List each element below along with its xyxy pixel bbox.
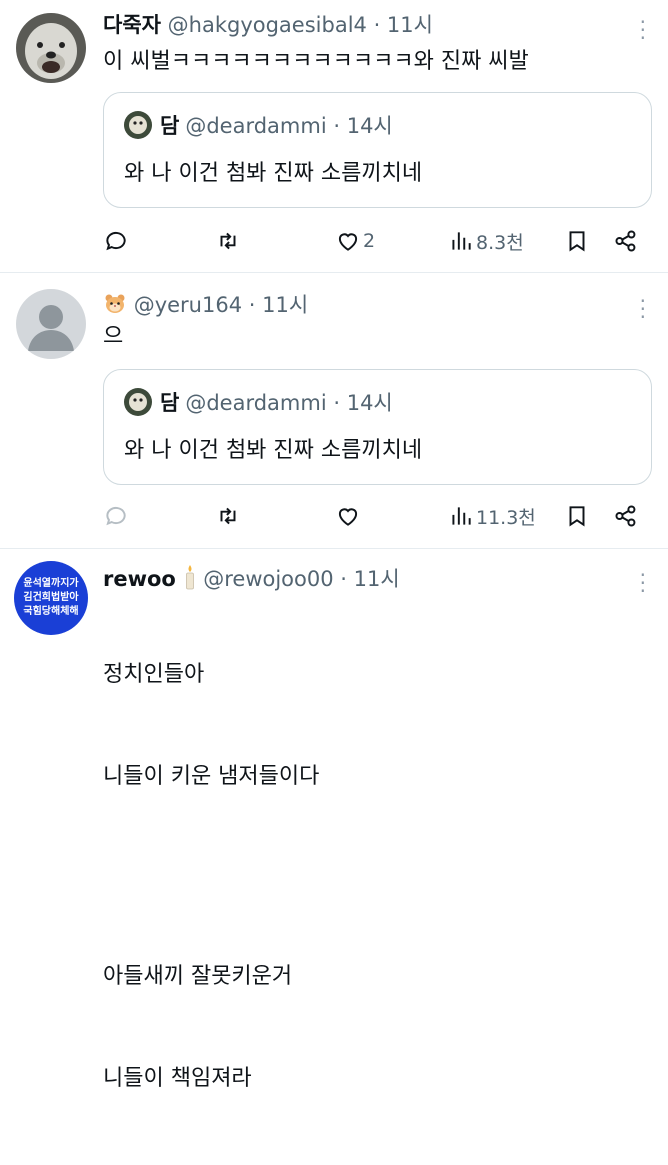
share-icon [615,505,636,527]
quote-handle: @deardammi [185,391,327,415]
speech-bubble-icon [106,506,126,526]
tweet-text-line: 니들이 책임져라 [103,1066,252,1091]
tweet-text: 이 씨벌ㅋㅋㅋㅋㅋㅋㅋㅋㅋㅋㅋㅋ와 진짜 씨발 [103,49,529,74]
like-button[interactable]: 2 [335,226,375,256]
candle-emoji-icon [183,564,197,590]
timestamp[interactable]: · 11시 [340,567,399,591]
more-dots-icon[interactable]: · · · [640,12,646,48]
quote-timestamp: · 14시 [333,114,393,138]
tweet-text: 으 [103,324,124,349]
reply-button[interactable] [103,501,129,531]
retweet-button[interactable] [215,226,241,256]
reply-button[interactable] [103,226,129,256]
quote-avatar [124,111,152,139]
tweet-text-line: 정치인들아 [103,662,205,687]
like-button[interactable] [335,501,363,531]
timestamp[interactable]: · 11시 [249,293,308,317]
quote-display-name: 담 [160,114,180,138]
avatar-text-line: 국힘당해체해 [23,606,79,617]
quote-text: 와 나 이건 첨봐 진짜 소름끼치네 [124,161,423,186]
display-name[interactable]: 다죽자 [103,13,161,37]
bookmark-button[interactable] [564,501,590,531]
avatar-text-line: 김건희법받아 [23,592,79,603]
bar-chart-icon [452,232,471,250]
heart-icon [338,233,358,251]
views-button[interactable]: 8.3천 [448,226,524,256]
speech-bubble-icon [106,231,126,251]
hamster-emoji-icon [103,291,127,315]
timestamp[interactable]: · 11시 [374,13,433,37]
display-name[interactable]: rewoo [103,567,176,591]
handle[interactable]: @rewojoo00 [203,567,333,591]
tweet-3[interactable]: 윤석열까지가 김건희법받아 국힘당해체해 rewoo @rewojoo00 · … [0,549,668,1091]
like-count: 2 [363,230,376,252]
retweet-icon [220,232,236,250]
bookmark-icon [569,506,585,527]
view-count: 11.3천 [476,506,536,529]
heart-icon [338,508,358,526]
tweet-2[interactable]: @yeru164 · 11시 · · · 으 담 @deardammi · 14시 와… [0,273,668,548]
avatar[interactable] [16,289,86,359]
tweet-text-line: 아들새끼 잘못키운거 [103,964,293,989]
quote-header: 담 @deardammi · 14시 [124,111,393,141]
handle[interactable]: @yeru164 [134,293,242,317]
tweet-header: @yeru164 · 11시 [103,291,308,319]
views-button[interactable]: 11.3천 [448,501,536,531]
avatar[interactable] [16,13,86,83]
tweet-text-line [103,863,319,897]
quote-text: 와 나 이건 첨봐 진짜 소름끼치네 [124,438,423,463]
default-avatar-icon [28,305,74,351]
tweet-text: 정치인들아 니들이 키운 냄저들이다 아들새끼 잘못키운거 니들이 책임져라 [103,595,319,1165]
handle[interactable]: @hakgyogaesibal4 [168,13,367,37]
quote-timestamp: · 14시 [333,391,393,415]
tweet-header: rewoo @rewojoo00 · 11시 [103,565,400,593]
share-icon [615,230,636,252]
retweet-button[interactable] [215,501,241,531]
share-button[interactable] [613,501,639,531]
view-count: 8.3천 [476,231,524,254]
bookmark-button[interactable] [564,226,590,256]
more-dots-icon[interactable]: · · · [640,565,646,601]
avatar[interactable]: 윤석열까지가 김건희법받아 국힘당해체해 [14,561,88,635]
quote-handle: @deardammi [185,114,327,138]
action-bar: 2 8.3천 [103,226,648,256]
tweet-header: 다죽자 @hakgyogaesibal4 · 11시 [103,11,433,39]
bookmark-icon [569,231,585,252]
more-dots-icon[interactable]: · · · [640,291,646,327]
bar-chart-icon [452,507,471,525]
share-button[interactable] [613,226,639,256]
avatar-text-line: 윤석열까지가 [23,578,79,589]
quote-display-name: 담 [160,391,180,415]
action-bar: 11.3천 [103,501,648,531]
tweet-1[interactable]: 다죽자 @hakgyogaesibal4 · 11시 · · · 이 씨벌ㅋㅋㅋㅋㅋ… [0,0,668,272]
quoted-tweet[interactable]: 담 @deardammi · 14시 와 나 이건 첨봐 진짜 소름끼치네 [103,369,652,485]
retweet-icon [220,507,236,525]
quote-header: 담 @deardammi · 14시 [124,388,393,418]
tweet-text-line: 니들이 키운 냄저들이다 [103,764,320,789]
quoted-tweet[interactable]: 담 @deardammi · 14시 와 나 이건 첨봐 진짜 소름끼치네 [103,92,652,208]
dog-photo-avatar [16,13,86,83]
quote-avatar [124,388,152,416]
